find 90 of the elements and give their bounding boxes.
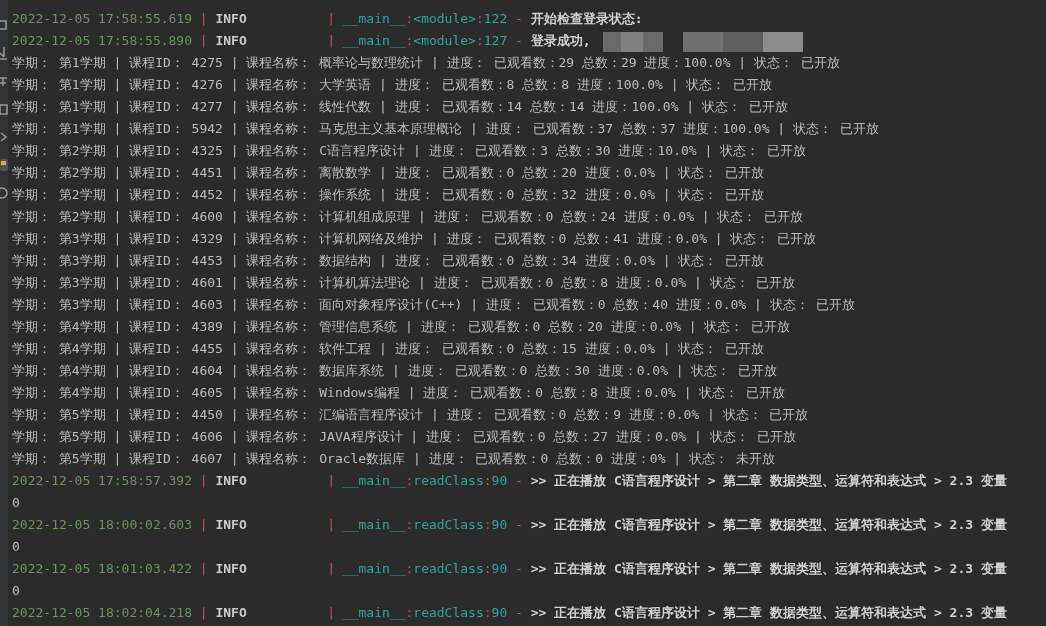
output-line: 学期： 第3学期 | 课程ID： 4603 | 课程名称： 面向对象程序设计(C++) | 进度： 已观看数：0 总数：40 进度：0.0% | 状态： 已开放 — [12, 297, 856, 312]
output-line: 学期： 第3学期 | 课程ID： 4453 | 课程名称： 数据结构 | 进度： 已观看数：0 总数：34 进度：0.0% | 状态： 已开放 — [12, 253, 765, 268]
separator: : — [405, 473, 414, 488]
log-level: INFO — [215, 32, 248, 50]
output-line: 学期： 第5学期 | 课程ID： 4606 | 课程名称： JAVA程序设计 | 进度： 已观看数：0 总数：27 进度：0.0% | 状态： 已开放 — [12, 429, 796, 444]
separator: | — [199, 33, 208, 48]
output-line: 学期： 第1学期 | 课程ID： 4276 | 课程名称： 大学英语 | 进度： 已观看数：8 总数：8 进度：100.0% | 状态： 已开放 — [12, 77, 773, 92]
log-message: >> 正在播放 C语言程序设计 > 第二章 数据类型、运算符和表达式 > 2.3 变量 — [530, 473, 1007, 488]
log-timestamp: 2022-12-05 18:02:04.218 — [12, 605, 192, 620]
separator: | — [327, 473, 336, 488]
separator: | — [327, 11, 336, 26]
separator: | — [327, 517, 336, 532]
separator: | — [199, 517, 208, 532]
output-line: 学期： 第3学期 | 课程ID： 4329 | 课程名称： 计算机网络及维护 | 进度： 已观看数：0 总数：41 进度：0.0% | 状态： 已开放 — [12, 231, 817, 246]
log-source: 90 — [491, 605, 508, 620]
separator: | — [199, 473, 208, 488]
log-timestamp: 2022-12-05 18:00:02.603 — [12, 517, 192, 532]
log-source: readClass — [413, 517, 484, 532]
log-source: 127 — [483, 33, 508, 48]
separator: : — [405, 605, 414, 620]
output-line: 学期： 第2学期 | 课程ID： 4452 | 课程名称： 操作系统 | 进度： 已观看数：0 总数：32 进度：0.0% | 状态： 已开放 — [12, 187, 765, 202]
log-source: __main__ — [342, 561, 406, 576]
separator: | — [327, 33, 336, 48]
output-line: 学期： 第3学期 | 课程ID： 4601 | 课程名称： 计算机算法理论 | 进度： 已观看数：0 总数：8 进度：0.0% | 状态： 已开放 — [12, 275, 796, 290]
log-message: >> 正在播放 C语言程序设计 > 第二章 数据类型、运算符和表达式 > 2.3 变量 — [530, 605, 1007, 620]
separator: | — [327, 561, 336, 576]
output-line: 学期： 第4学期 | 课程ID： 4389 | 课程名称： 管理信息系统 | 进度： 已观看数：0 总数：20 进度：0.0% | 状态： 已开放 — [12, 319, 791, 334]
separator: - — [515, 11, 523, 26]
separator: : — [405, 517, 414, 532]
output-line: 学期： 第5学期 | 课程ID： 4450 | 课程名称： 汇编语言程序设计 | 进度： 已观看数：0 总数：9 进度：0.0% | 状态： 已开放 — [12, 407, 809, 422]
log-source: __main__ — [342, 11, 406, 26]
separator: : — [405, 33, 414, 48]
log-level: INFO — [215, 560, 248, 578]
output-line: 学期： 第4学期 | 课程ID： 4455 | 课程名称： 软件工程 | 进度： 已观看数：0 总数：15 进度：0.0% | 状态： 已开放 — [12, 341, 765, 356]
log-message: >> 正在播放 C语言程序设计 > 第二章 数据类型、运算符和表达式 > 2.3 变量 — [530, 561, 1007, 576]
output-line: 学期： 第2学期 | 课程ID： 4325 | 课程名称： C语言程序设计 | 进度： 已观看数：3 总数：30 进度：10.0% | 状态： 已开放 — [12, 143, 806, 158]
log-source: 90 — [491, 473, 508, 488]
log-source: readClass — [413, 473, 484, 488]
separator: : — [475, 11, 484, 26]
log-source: __main__ — [342, 605, 406, 620]
separator: : — [405, 11, 414, 26]
output-line: 学期： 第2学期 | 课程ID： 4600 | 课程名称： 计算机组成原理 | 进度： 已观看数：0 总数：24 进度：0.0% | 状态： 已开放 — [12, 209, 804, 224]
separator: - — [515, 561, 523, 576]
separator: : — [475, 33, 484, 48]
separator: : — [483, 517, 492, 532]
log-source: readClass — [413, 605, 484, 620]
log-message: 登录成功, — [530, 33, 591, 48]
separator: - — [515, 517, 523, 532]
separator: : — [483, 561, 492, 576]
output-line: 学期： 第5学期 | 课程ID： 4607 | 课程名称： Oracle数据库 | 进度： 已观看数：0 总数：0 进度：0% | 状态： 未开放 — [12, 451, 775, 466]
log-message: >> 正在播放 C语言程序设计 > 第二章 数据类型、运算符和表达式 > 2.3 变量 — [530, 517, 1007, 532]
separator: : — [483, 605, 492, 620]
log-message: 开始检查登录状态: — [530, 11, 643, 26]
output-line: 0 — [12, 583, 20, 598]
output-line: 学期： 第4学期 | 课程ID： 4604 | 课程名称： 数据库系统 | 进度： 已观看数：0 总数：30 进度：0.0% | 状态： 已开放 — [12, 363, 778, 378]
log-source: 122 — [483, 11, 508, 26]
separator: | — [327, 605, 336, 620]
log-source: __main__ — [342, 517, 406, 532]
log-timestamp: 2022-12-05 17:58:57.392 — [12, 473, 192, 488]
log-level: INFO — [215, 472, 248, 490]
output-line: 学期： 第2学期 | 课程ID： 4451 | 课程名称： 离散数学 | 进度： 已观看数：0 总数：20 进度：0.0% | 状态： 已开放 — [12, 165, 765, 180]
log-source: __main__ — [342, 33, 406, 48]
log-source: readClass — [413, 561, 484, 576]
log-source: 90 — [491, 561, 508, 576]
log-source: <module> — [413, 11, 476, 26]
separator: - — [515, 33, 523, 48]
output-line: 学期： 第4学期 | 课程ID： 4605 | 课程名称： Windows编程 | 进度： 已观看数：0 总数：8 进度：0.0% | 状态： 已开放 — [12, 385, 786, 400]
output-line: 学期： 第1学期 | 课程ID： 5942 | 课程名称： 马克思主义基本原理概论 | 进度： 已观看数：37 总数：37 进度：100.0% | 状态： 已开放 — [12, 121, 879, 136]
output-line: 0 — [12, 539, 20, 554]
log-timestamp: 2022-12-05 18:01:03.422 — [12, 561, 192, 576]
separator: : — [405, 561, 414, 576]
output-line: 学期： 第1学期 | 课程ID： 4275 | 课程名称： 概率论与数理统计 | 进度： 已观看数：29 总数：29 进度：100.0% | 状态： 已开放 — [12, 55, 840, 70]
log-timestamp: 2022-12-05 17:58:55.890 — [12, 33, 192, 48]
separator: | — [199, 561, 208, 576]
separator: | — [199, 605, 208, 620]
output-line: 学期： 第1学期 | 课程ID： 4277 | 课程名称： 线性代数 | 进度： 已观看数：14 总数：14 进度：100.0% | 状态： 已开放 — [12, 99, 788, 114]
log-source: <module> — [413, 33, 476, 48]
scroll-down-icon[interactable] — [0, 46, 8, 60]
separator: - — [515, 605, 523, 620]
separator: : — [483, 473, 492, 488]
log-level: INFO — [215, 604, 248, 622]
log-level: INFO — [215, 516, 248, 534]
log-source: 90 — [491, 517, 508, 532]
separator: | — [199, 11, 208, 26]
chevron-icon[interactable] — [0, 130, 8, 144]
output-line: 0 — [12, 495, 20, 510]
separator: - — [515, 473, 523, 488]
log-level: INFO — [215, 10, 248, 28]
log-source: __main__ — [342, 473, 406, 488]
log-timestamp: 2022-12-05 17:58:55.619 — [12, 11, 192, 26]
